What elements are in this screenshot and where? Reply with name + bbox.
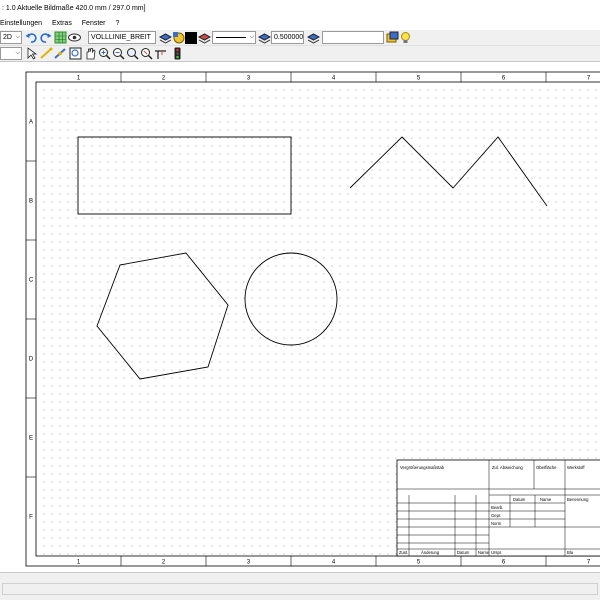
linetype-preview <box>216 37 246 38</box>
grid-icon[interactable] <box>54 31 67 44</box>
tb-header-material: Werkstoff <box>567 465 585 470</box>
window-title: : 1.0 Aktuelle Bildmaße 420.0 mm / 297.0… <box>0 0 600 18</box>
menu-einstellungen[interactable]: Einstellungen <box>0 20 42 27</box>
menu-fenster[interactable]: Fenster <box>82 20 106 27</box>
status-bar <box>0 572 600 600</box>
linetype-select[interactable]: ⌵ <box>212 31 256 44</box>
layer-stack-icon[interactable] <box>159 31 172 44</box>
row-label: D <box>29 357 34 363</box>
linewidth-layer-icon[interactable] <box>258 31 271 44</box>
row-label: B <box>29 199 33 205</box>
zoom-out-icon[interactable] <box>112 47 125 60</box>
title-block: Vergrößerungsmaßstab Zul. Abweichung Obe… <box>396 459 600 557</box>
layer-settings-icon[interactable] <box>307 31 320 44</box>
zoom-window-icon[interactable] <box>69 47 82 60</box>
tb-foot-urspr: Urspr. <box>491 550 502 555</box>
drawing-sheet[interactable]: 11223344556677 ABCDEF Vergrößerungsmaßst… <box>0 62 600 572</box>
select-arrow-icon[interactable] <box>26 47 39 60</box>
redo-icon[interactable] <box>39 31 52 44</box>
pan-hand-icon[interactable] <box>84 47 97 60</box>
tb-row-gepr: Gepr. <box>491 513 501 518</box>
snap-select[interactable]: ⌵ <box>0 47 22 60</box>
layer-color-icon[interactable] <box>172 31 185 44</box>
search-input[interactable] <box>322 31 384 44</box>
snap-midpoint-icon[interactable] <box>54 47 67 60</box>
linewidth-field[interactable]: 0.500000 <box>271 31 304 44</box>
drawing-canvas[interactable]: 11223344556677 ABCDEF Vergrößerungsmaßst… <box>0 62 600 572</box>
linewidth-value: 0.500000 <box>274 34 304 41</box>
layer-manager-icon[interactable] <box>386 31 399 44</box>
chevron-down-icon: ⌵ <box>15 34 20 40</box>
tb-foot-blatt: Bla <box>567 550 574 555</box>
row-label: E <box>29 436 33 442</box>
snap-point-icon[interactable] <box>40 47 53 60</box>
tb-header-surface: Oberfläche <box>536 465 557 470</box>
view-mode-value: 2D <box>3 34 12 41</box>
zoom-previous-icon[interactable] <box>140 47 153 60</box>
view-mode-select[interactable]: 2D ⌵ <box>0 31 22 44</box>
tb-header-left: Vergrößerungsmaßstab <box>400 465 445 470</box>
row-label: F <box>29 515 33 521</box>
tb-col-name: Name <box>540 497 552 502</box>
eye-icon[interactable] <box>68 31 81 44</box>
tb-row-norm: Norm <box>491 521 502 526</box>
undo-icon[interactable] <box>25 31 38 44</box>
menu-bar: Einstellungen Extras Fenster ? <box>0 18 600 30</box>
menu-extras[interactable]: Extras <box>52 20 72 27</box>
chevron-down-icon: ⌵ <box>249 34 254 40</box>
zoom-in-icon[interactable] <box>98 47 111 60</box>
layer-value: VOLLLINIE_BREIT <box>91 34 151 41</box>
toolbar-secondary: ⌵ <box>0 46 600 62</box>
status-field <box>2 583 598 595</box>
linetype-layer-icon[interactable] <box>198 31 211 44</box>
tb-foot-zust: Zust. <box>399 550 408 555</box>
traffic-light-icon[interactable] <box>171 47 184 60</box>
menu-help[interactable]: ? <box>115 20 119 27</box>
row-label: C <box>29 278 34 284</box>
lightbulb-icon[interactable] <box>399 31 412 44</box>
chevron-down-icon: ⌵ <box>15 50 20 56</box>
toolbar-main: 2D ⌵ VOLLLINIE_BREIT ⌵ 0.500000 <box>0 30 600 46</box>
measure-icon[interactable] <box>154 47 167 60</box>
color-swatch[interactable] <box>185 32 197 44</box>
tb-row-bearb: Bearb. <box>491 505 503 510</box>
tb-foot-datum: Datum <box>457 550 470 555</box>
zoom-extents-icon[interactable] <box>126 47 139 60</box>
tb-col-benennung: Benennung <box>567 497 589 502</box>
tb-foot-name: Name <box>478 550 490 555</box>
layer-select[interactable]: VOLLLINIE_BREIT <box>88 31 156 44</box>
tb-header-mid: Zul. Abweichung <box>492 465 523 470</box>
tb-foot-aenderung: Änderung <box>421 550 440 555</box>
row-label: A <box>29 120 33 126</box>
tb-col-datum: Datum <box>513 497 526 502</box>
